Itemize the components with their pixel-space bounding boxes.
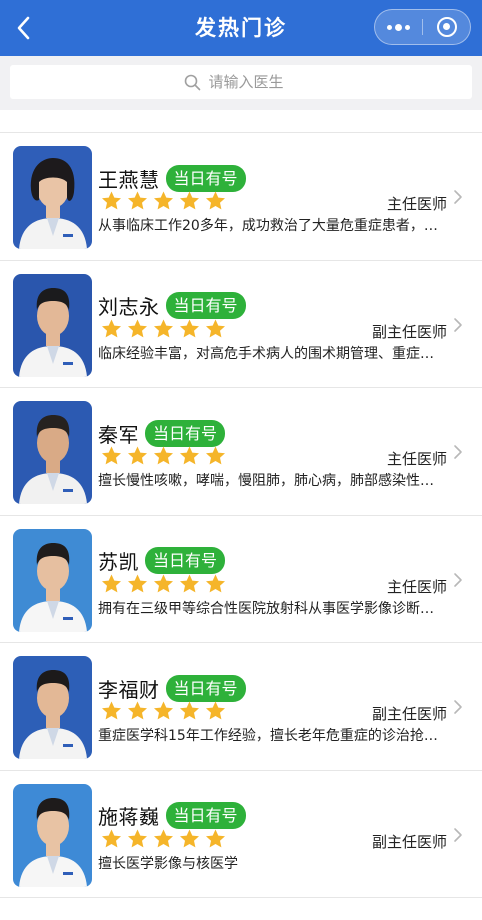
- doctor-description: 从事临床工作20多年，成功救治了大量危重症患者，…: [98, 218, 438, 234]
- chevron-right-icon: [454, 317, 462, 332]
- star-icon: [206, 319, 225, 337]
- doctor-list-item[interactable]: 李福财 当日有号 副主任医师 重症医学科15年工作经验，擅长老年危重症的诊治抢…: [0, 643, 482, 771]
- search-box[interactable]: [10, 65, 472, 99]
- doctor-name-row: 秦军 当日有号: [98, 418, 226, 448]
- star-icon: [180, 446, 199, 465]
- star-icon: [102, 701, 121, 720]
- rating-stars: [100, 573, 227, 595]
- rating-stars: [100, 700, 227, 722]
- star-icon: [206, 574, 225, 592]
- doctor-description: 拥有在三级甲等综合性医院放射科从事医学影像诊断…: [98, 600, 434, 617]
- rating-stars: [100, 828, 227, 850]
- doctor-name-row: 李福财 当日有号: [98, 673, 246, 703]
- close-button[interactable]: [423, 10, 470, 44]
- star-icon: [128, 574, 147, 592]
- star-icon: [154, 574, 173, 592]
- availability-badge: 当日有号: [145, 547, 226, 574]
- star-icon: [206, 191, 225, 210]
- doctor-name: 苏凯: [98, 550, 139, 574]
- star-icon: [154, 446, 173, 465]
- doctor-name: 李福财: [98, 677, 160, 702]
- more-dots-icon: [387, 23, 410, 31]
- doctor-list-item[interactable]: 王燕慧 当日有号 主任医师 从事临床工作20多年，成功救治了大量危重症患者，…: [0, 133, 482, 261]
- doctor-description: 临床经验丰富，对高危手术病人的围术期管理、重症…: [98, 345, 434, 362]
- star-icon: [180, 319, 199, 337]
- target-close-icon: [436, 17, 457, 37]
- availability-badge: 当日有号: [145, 419, 226, 447]
- star-icon: [102, 829, 121, 847]
- doctor-avatar: [13, 656, 92, 759]
- doctor-title: 主任医师: [386, 195, 447, 213]
- doctor-list-item[interactable]: 施蒋巍 当日有号 副主任医师 擅长医学影像与核医学: [0, 771, 482, 898]
- chevron-right-icon: [454, 445, 462, 459]
- search-input[interactable]: [208, 73, 299, 91]
- chevron-right-icon: [454, 827, 462, 842]
- more-button[interactable]: [375, 10, 422, 44]
- doctor-name: 秦军: [98, 422, 139, 447]
- star-icon: [206, 829, 225, 847]
- star-icon: [180, 191, 199, 210]
- doctor-name-row: 苏凯 当日有号: [98, 546, 226, 576]
- doctor-description: 重症医学科15年工作经验，擅长老年危重症的诊治抢…: [98, 728, 438, 744]
- star-icon: [128, 319, 147, 337]
- star-icon: [128, 191, 147, 210]
- star-icon: [206, 701, 225, 720]
- chevron-right-icon: [454, 700, 462, 714]
- rating-stars: [100, 445, 227, 467]
- search-bar: [0, 56, 482, 110]
- star-icon: [102, 191, 121, 210]
- chevron-right-icon: [454, 572, 462, 587]
- doctor-list-item[interactable]: 刘志永 当日有号 副主任医师 临床经验丰富，对高危手术病人的围术期管理、重症…: [0, 261, 482, 388]
- doctor-title: 主任医师: [386, 450, 447, 468]
- star-icon: [128, 829, 147, 847]
- star-icon: [154, 319, 173, 337]
- star-icon: [102, 574, 121, 592]
- availability-badge: 当日有号: [165, 164, 246, 192]
- star-icon: [154, 701, 173, 720]
- doctor-list: 王燕慧 当日有号 主任医师 从事临床工作20多年，成功救治了大量危重症患者，…: [0, 133, 482, 898]
- star-icon: [206, 446, 225, 465]
- doctor-name-row: 刘志永 当日有号: [98, 291, 246, 321]
- doctor-title: 副主任医师: [371, 832, 447, 851]
- doctor-name: 刘志永: [98, 295, 160, 319]
- star-icon: [180, 829, 199, 847]
- doctor-avatar: [13, 146, 92, 249]
- star-icon: [102, 446, 121, 465]
- star-icon: [102, 319, 121, 337]
- star-icon: [154, 191, 173, 210]
- doctor-name: 施蒋巍: [98, 805, 160, 829]
- availability-badge: 当日有号: [165, 802, 246, 829]
- rating-stars: [100, 318, 227, 340]
- star-icon: [128, 701, 147, 720]
- doctor-name-row: 王燕慧 当日有号: [98, 163, 246, 193]
- doctor-avatar: [13, 401, 92, 504]
- doctor-title: 主任医师: [386, 577, 447, 596]
- availability-badge: 当日有号: [165, 292, 246, 319]
- doctor-avatar: [13, 273, 92, 377]
- doctor-description: 擅长医学影像与核医学: [98, 855, 238, 872]
- star-icon: [180, 574, 199, 592]
- doctor-list-item[interactable]: 苏凯 当日有号 主任医师 拥有在三级甲等综合性医院放射科从事医学影像诊断…: [0, 516, 482, 643]
- doctor-description: 擅长慢性咳嗽，哮喘，慢阻肺，肺心病，肺部感染性…: [98, 473, 434, 489]
- star-icon: [180, 701, 199, 720]
- star-icon: [128, 446, 147, 465]
- doctor-list-item[interactable]: 秦军 当日有号 主任医师 擅长慢性咳嗽，哮喘，慢阻肺，肺心病，肺部感染性…: [0, 388, 482, 516]
- doctor-name-row: 施蒋巍 当日有号: [98, 801, 246, 831]
- doctor-avatar: [13, 528, 92, 632]
- availability-badge: 当日有号: [165, 674, 246, 702]
- app-header: 发热门诊: [0, 0, 482, 56]
- rating-stars: [100, 190, 227, 212]
- doctor-title: 副主任医师: [371, 705, 447, 723]
- chevron-right-icon: [454, 190, 462, 204]
- doctor-avatar: [13, 783, 92, 887]
- star-icon: [154, 829, 173, 847]
- doctor-name: 王燕慧: [98, 167, 160, 192]
- search-icon: [184, 74, 200, 90]
- doctor-title: 副主任医师: [371, 322, 447, 341]
- mini-program-capsule: [374, 9, 471, 45]
